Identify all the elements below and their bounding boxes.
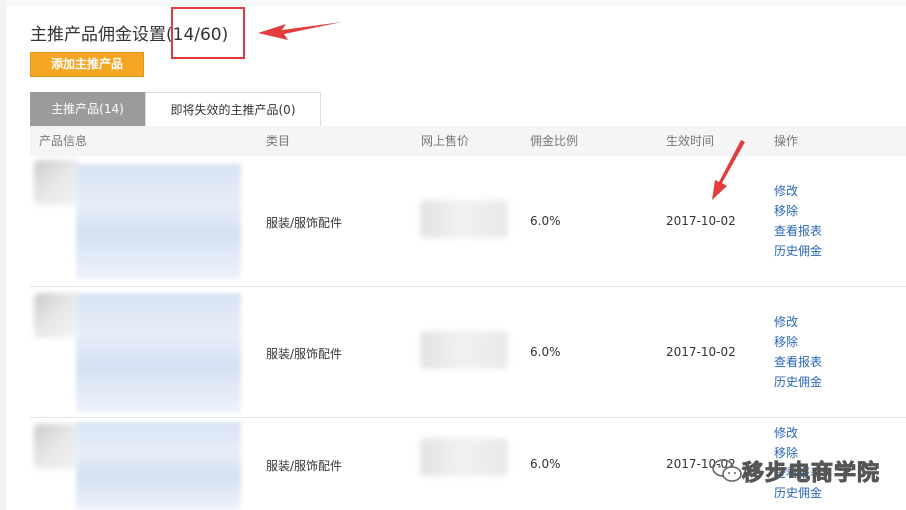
annotation-arrow-date bbox=[712, 140, 745, 200]
watermark-text: 移步电商学院 bbox=[741, 461, 881, 487]
watermark: 移步电商学院 bbox=[712, 455, 880, 487]
annotation-arrow-count bbox=[258, 22, 342, 40]
wechat-icon bbox=[712, 459, 742, 482]
annotation-arrows bbox=[258, 22, 745, 200]
